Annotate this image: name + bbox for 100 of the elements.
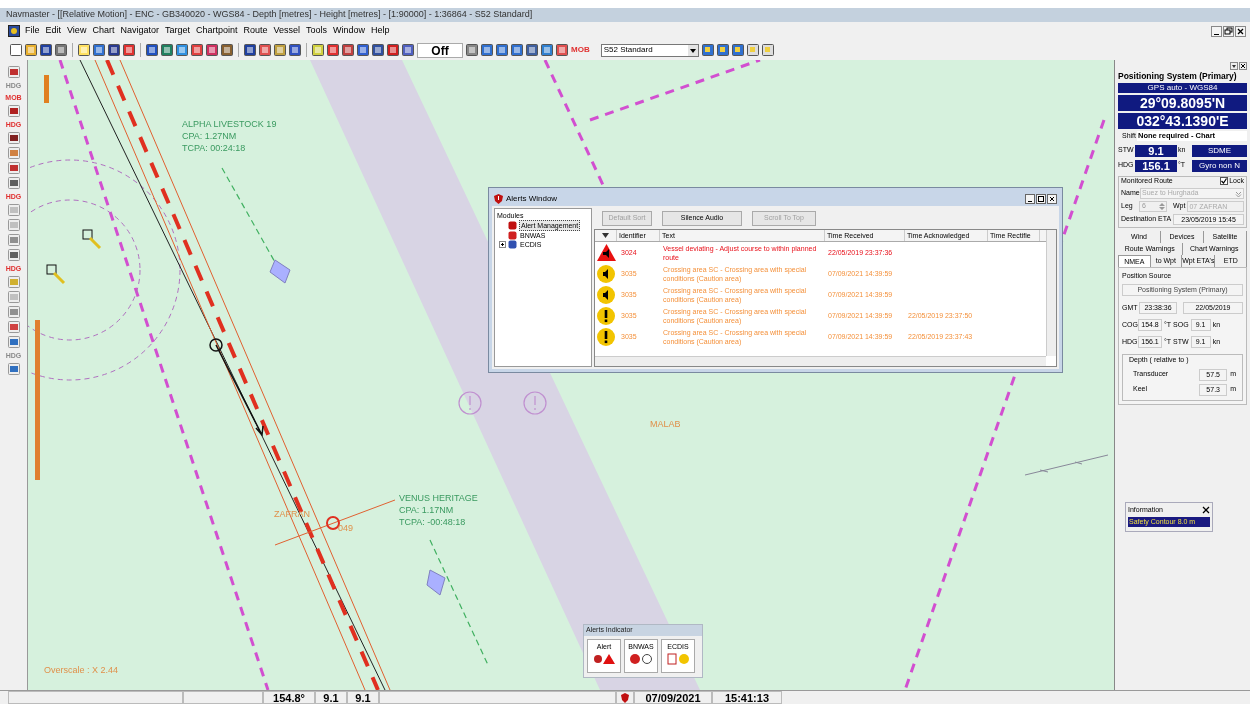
toolbar-icon[interactable] (108, 44, 120, 56)
checkbox[interactable] (1220, 177, 1229, 185)
tool-icon[interactable] (7, 321, 20, 333)
toolbar-icon[interactable] (25, 44, 37, 56)
alerts-window-title: Alerts Window (506, 192, 558, 205)
close-icon[interactable] (1235, 25, 1246, 37)
toolbar-icon[interactable] (289, 44, 301, 56)
tool-icon[interactable] (7, 66, 20, 78)
minimize-icon[interactable] (1211, 25, 1222, 37)
menu-item[interactable]: Vessel (270, 24, 304, 38)
toolbar-icon[interactable] (206, 44, 218, 56)
status-value: 9.1 (347, 691, 379, 704)
toolbar-icon[interactable] (761, 44, 774, 56)
toolbar-icon[interactable] (327, 44, 339, 56)
vertical-scrollbar[interactable] (1046, 230, 1056, 356)
menu-item[interactable]: Help (368, 24, 393, 38)
toolbar-icon[interactable] (746, 44, 759, 56)
menu-item[interactable]: Tools (303, 24, 331, 38)
menu-item[interactable]: Edit (42, 24, 65, 38)
toolbar-icon[interactable] (731, 44, 744, 56)
shield-icon (494, 193, 503, 204)
toolbar-icon[interactable] (526, 44, 538, 56)
target-tcpa: TCPA: 00:24:18 (182, 142, 247, 154)
expand-icon[interactable] (499, 241, 506, 248)
menu-item[interactable]: View (64, 24, 90, 38)
menu-item[interactable]: Navigator (117, 24, 162, 38)
toolbar-icon[interactable] (40, 44, 52, 56)
longitude: 032°43.1390'E (1118, 113, 1247, 129)
tool-icon[interactable] (7, 162, 20, 174)
spinner-arrows-icon[interactable] (1158, 201, 1166, 211)
menu-item[interactable]: Chartpoint (192, 24, 241, 38)
toolbar-icon[interactable] (191, 44, 203, 56)
target-tcpa: TCPA: -00:48:18 (399, 516, 467, 528)
target-cpa: CPA: 1.17NM (399, 504, 455, 516)
close-icon[interactable] (1239, 62, 1247, 70)
target-name: ALPHA LIVESTOCK 19 (182, 118, 277, 130)
source-value: SDME (1192, 144, 1247, 157)
toolbar-icon[interactable] (342, 44, 354, 56)
indicator-icons (592, 653, 616, 665)
toolbar-icon[interactable] (716, 44, 729, 56)
mob-label[interactable]: MOB (571, 44, 590, 56)
palette-dropdown[interactable]: S52 Standard (600, 43, 699, 57)
toolbar-icon[interactable] (312, 44, 324, 56)
toolbar-icon[interactable] (146, 44, 158, 56)
toolbar-icon[interactable] (496, 44, 508, 56)
toolbar-icon[interactable] (221, 44, 233, 56)
tool-icon[interactable] (7, 132, 20, 144)
latitude: 29°09.8095'N (1118, 95, 1247, 111)
toolbar-icon[interactable] (176, 44, 188, 56)
tool-icon[interactable] (7, 177, 20, 189)
overscale-label: Overscale : X 2.44 (44, 664, 119, 677)
menu-item[interactable]: Chart (89, 24, 118, 38)
target-name: VENUS HERITAGE (399, 492, 478, 504)
close-icon[interactable] (1047, 193, 1057, 204)
field-value: 156.1 (1135, 159, 1177, 172)
palette-value: S52 Standard (603, 44, 654, 56)
toolbar-icon[interactable] (701, 44, 714, 56)
indicator-icons (666, 653, 690, 665)
toolbar-icon[interactable] (511, 44, 523, 56)
status-time: 15:41:13 (712, 691, 782, 704)
waypoint-marker (326, 516, 340, 530)
menu-item[interactable]: Window (330, 24, 369, 38)
toolbar-icon[interactable] (556, 44, 568, 56)
target-cpa: CPA: 1.27NM (182, 130, 238, 142)
field-value: 9.1 (1135, 144, 1177, 157)
shield-icon[interactable] (621, 692, 629, 703)
toolbar-icon[interactable] (244, 44, 256, 56)
tool-icon[interactable] (7, 363, 20, 375)
toolbar-icon[interactable] (466, 44, 478, 56)
display-mode-field: Off (417, 42, 463, 58)
toolbar-icon[interactable] (78, 44, 90, 56)
status-date: 07/09/2021 (634, 691, 712, 704)
tool-icon[interactable] (7, 249, 20, 261)
sort-arrow-icon[interactable] (602, 233, 609, 238)
toolbar-icon[interactable] (387, 44, 399, 56)
toolbar-icon[interactable] (357, 44, 369, 56)
toolbar-icon[interactable] (55, 44, 67, 56)
toolbar-icon[interactable] (161, 44, 173, 56)
menu-item[interactable]: File (22, 24, 43, 38)
tool-icon[interactable] (7, 336, 20, 348)
maximize-icon[interactable] (1036, 193, 1046, 204)
toolbar-icon[interactable] (123, 44, 135, 56)
toolbar-icon[interactable] (402, 44, 414, 56)
tool-icon[interactable] (7, 105, 20, 117)
toolbar-icon[interactable] (93, 44, 105, 56)
toolbar-icon[interactable] (259, 44, 271, 56)
close-icon[interactable] (1202, 506, 1210, 514)
toolbar-icon[interactable] (372, 44, 384, 56)
restore-icon[interactable] (1223, 25, 1234, 37)
place-label: MALAB (650, 418, 681, 431)
minimize-icon[interactable] (1025, 193, 1035, 204)
status-value: 9.1 (315, 691, 347, 704)
menu-item[interactable]: Target (161, 24, 193, 38)
toolbar-icon[interactable] (10, 44, 22, 56)
app-icon (8, 25, 20, 37)
toolbar-icon[interactable] (274, 44, 286, 56)
toolbar-icon[interactable] (481, 44, 493, 56)
menu-item[interactable]: Route (240, 24, 271, 38)
horizontal-scrollbar[interactable] (595, 356, 1046, 366)
toolbar-icon[interactable] (541, 44, 553, 56)
